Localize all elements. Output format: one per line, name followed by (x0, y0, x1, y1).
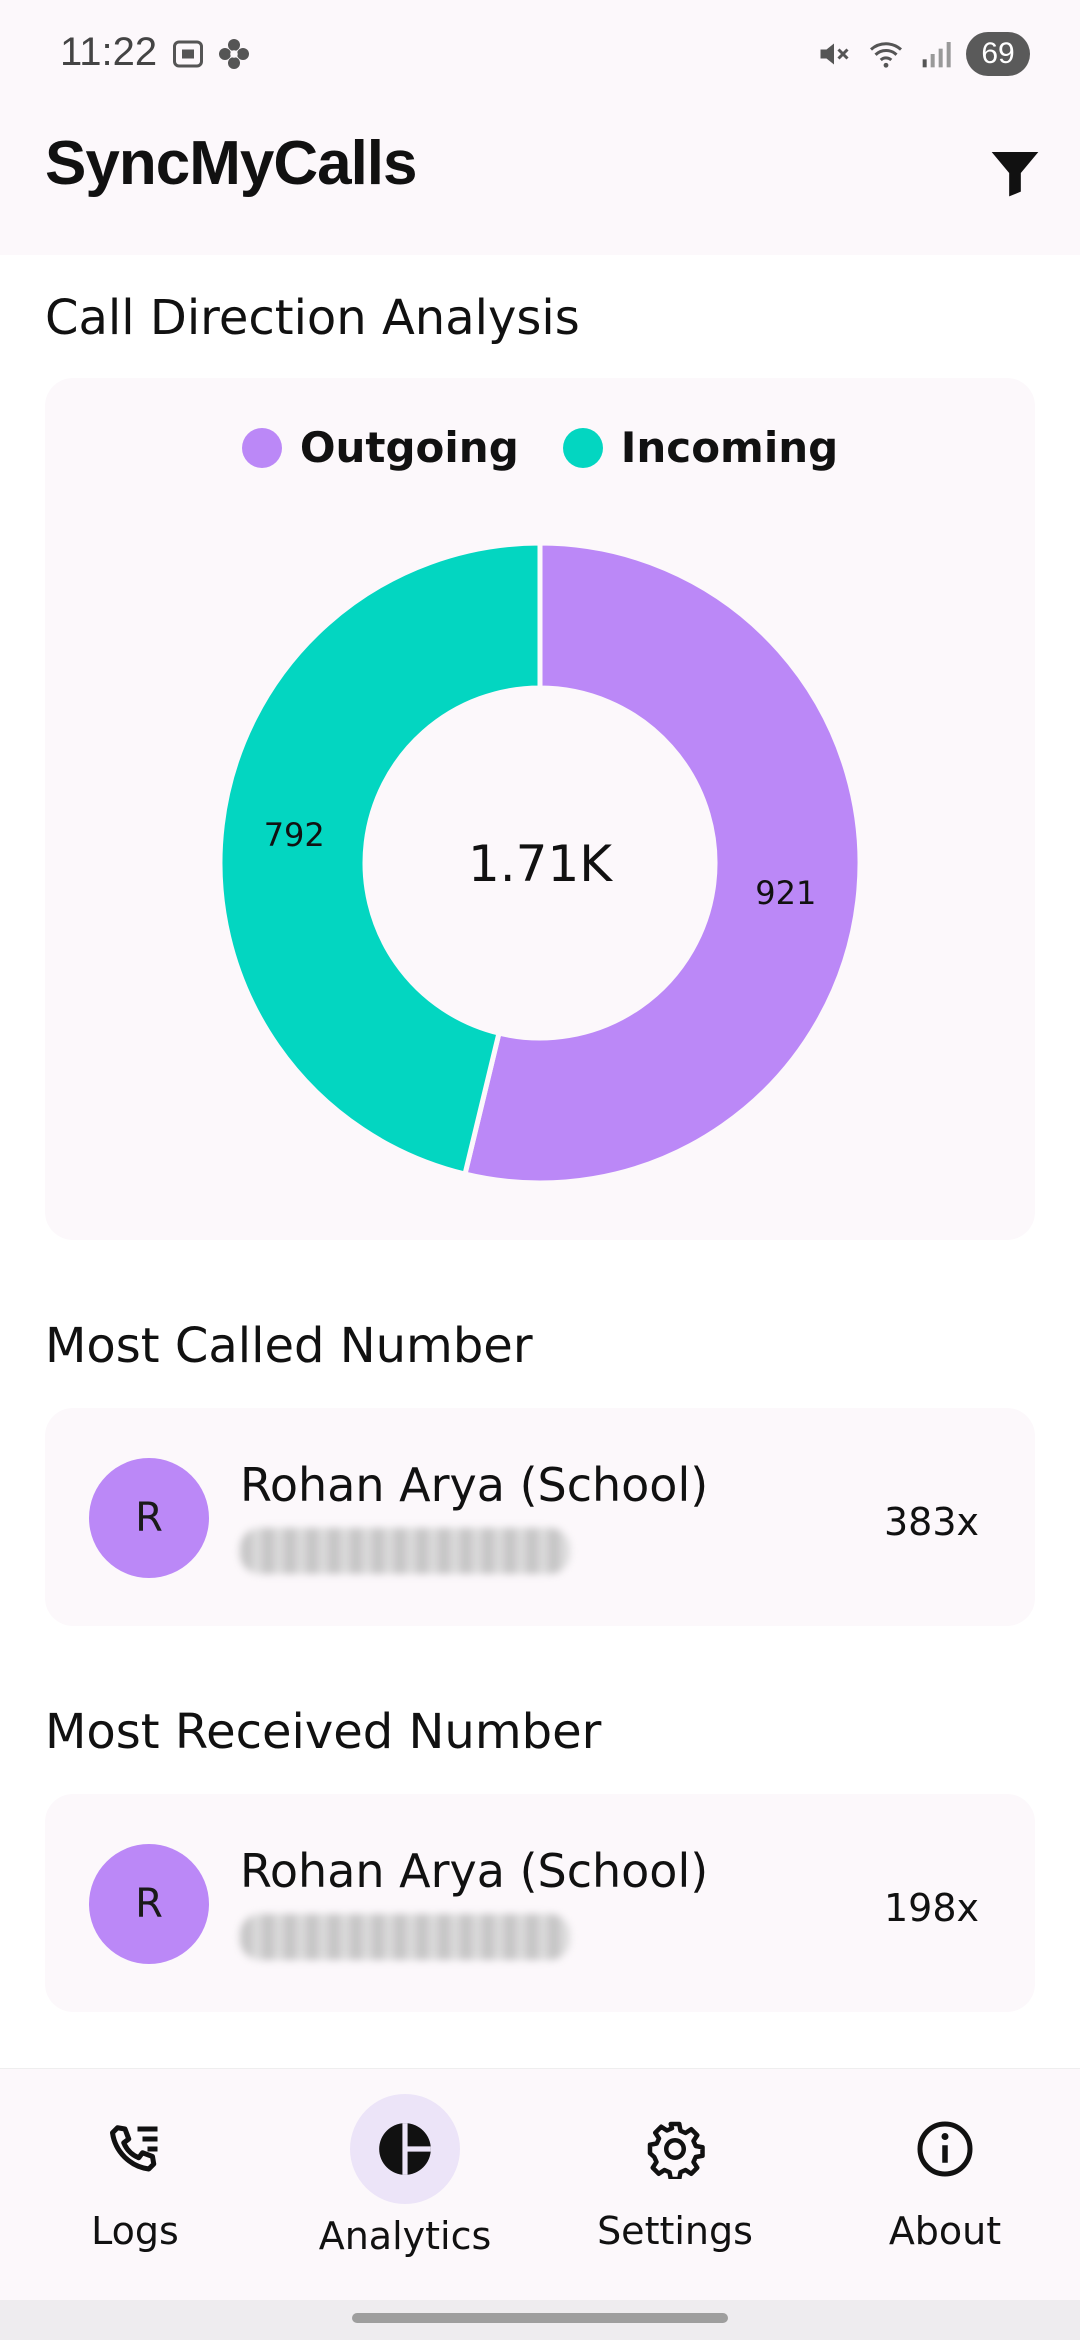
nav-label-analytics: Analytics (318, 2214, 492, 2258)
nav-icon-container (620, 2109, 730, 2189)
legend-dot-outgoing (241, 427, 282, 468)
screenshot-icon (173, 40, 203, 68)
legend-item-incoming: Incoming (562, 423, 839, 472)
legend-label-outgoing: Outgoing (299, 423, 519, 472)
nav-label-logs: Logs (91, 2209, 179, 2253)
status-bar: 11:22 69 (0, 0, 1080, 120)
contact-name: Rohan Arya (School) (240, 1844, 709, 1898)
nav-item-about[interactable]: About (810, 2069, 1080, 2301)
donut-value-label-incoming: 792 (264, 816, 325, 854)
avatar: R (89, 1844, 209, 1964)
app-title: SyncMyCalls (45, 129, 418, 198)
nav-item-settings[interactable]: Settings (540, 2069, 810, 2301)
nav-label-about: About (888, 2209, 1002, 2253)
gear-icon (647, 2121, 705, 2179)
info-icon (917, 2121, 973, 2177)
donut-chart: 921 792 1.71K (217, 540, 863, 1186)
legend-dot-incoming (562, 427, 603, 468)
filter-button[interactable] (980, 138, 1050, 208)
filter-icon (991, 152, 1039, 197)
contact-number-redacted (240, 1914, 570, 1960)
most-received-section-title: Most Received Number (45, 1704, 602, 1760)
avatar: R (89, 1458, 209, 1578)
most-called-card[interactable]: R Rohan Arya (School) 383x (45, 1408, 1035, 1626)
nav-icon-container (80, 2109, 190, 2189)
legend-label-incoming: Incoming (620, 423, 839, 472)
status-time: 11:22 (60, 30, 158, 74)
contact-name: Rohan Arya (School) (240, 1458, 709, 1512)
wifi-icon (870, 42, 902, 68)
donut-center-total: 1.71K (468, 835, 613, 893)
direction-section-title: Call Direction Analysis (45, 290, 580, 346)
signal-icon (922, 42, 951, 68)
most-received-card[interactable]: R Rohan Arya (School) 198x (45, 1794, 1035, 2012)
call-count: 383x (883, 1500, 979, 1544)
donut-value-label-outgoing: 921 (755, 874, 816, 912)
contact-number-redacted (240, 1528, 570, 1574)
status-notification-icons (170, 36, 252, 72)
status-system-icons: 69 (816, 32, 1030, 76)
gesture-handle[interactable] (352, 2313, 728, 2323)
flower-icon (219, 39, 249, 69)
mute-icon (820, 43, 849, 65)
call-count: 198x (883, 1886, 979, 1930)
nav-label-settings: Settings (597, 2209, 753, 2253)
nav-icon-container-active (350, 2094, 460, 2204)
nav-item-analytics[interactable]: Analytics (270, 2069, 540, 2301)
nav-icon-container (890, 2109, 1000, 2189)
legend-item-outgoing: Outgoing (241, 423, 519, 472)
chart-legend: Outgoing Incoming (45, 423, 1035, 472)
battery-indicator: 69 (966, 32, 1030, 76)
bottom-navigation: Logs Analytics Settings About (0, 2068, 1080, 2300)
direction-chart-card: Outgoing Incoming 921 792 1.71K (45, 378, 1035, 1240)
pie-chart-icon (379, 2123, 431, 2175)
most-called-section-title: Most Called Number (45, 1318, 533, 1374)
nav-item-logs[interactable]: Logs (0, 2069, 270, 2301)
call-log-icon (110, 2125, 158, 2172)
